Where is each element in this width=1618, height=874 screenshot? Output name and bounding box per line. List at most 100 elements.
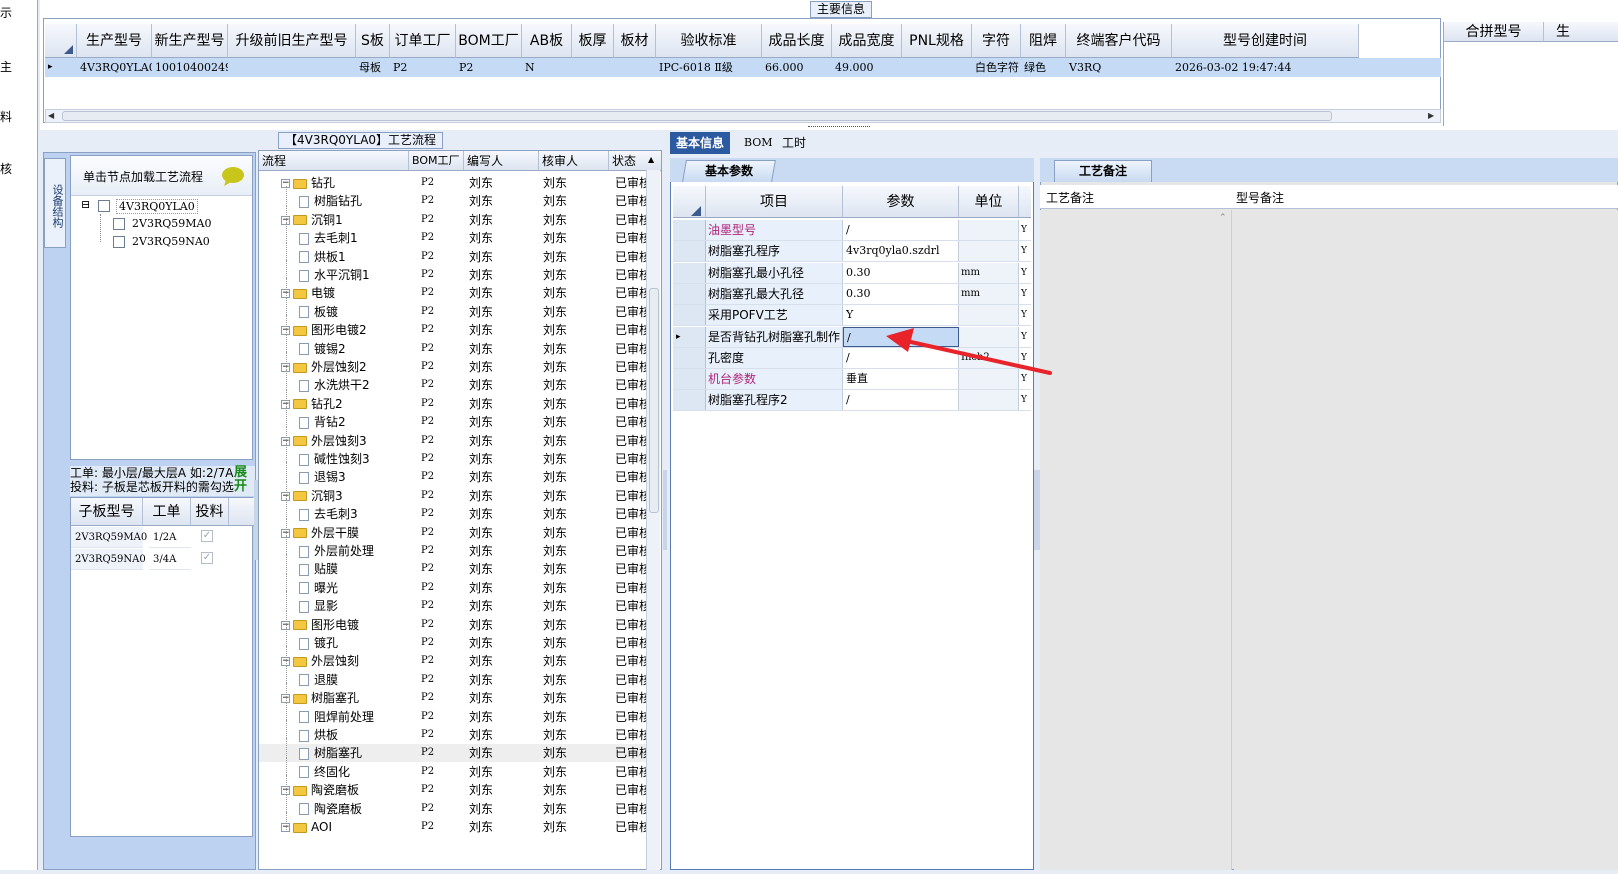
load-process-button[interactable]: 单击节点加载工艺流程 xyxy=(71,156,252,196)
tree-child-node[interactable]: 2V3RQ59MA0 xyxy=(132,217,211,230)
column-header[interactable]: 板材 xyxy=(614,24,656,58)
grid-corner[interactable] xyxy=(673,186,706,218)
process-name-cell[interactable]: 树脂塞孔 xyxy=(299,744,409,762)
feed-checkbox[interactable]: ✓ xyxy=(201,530,213,542)
grid-cell[interactable] xyxy=(614,58,656,77)
process-name-cell[interactable]: 烘板1 xyxy=(299,248,409,266)
column-header[interactable]: 新生产型号 xyxy=(152,24,228,58)
grid-cell[interactable]: 白色字符 xyxy=(972,58,1021,77)
process-name-cell[interactable]: − AOI xyxy=(281,818,409,836)
tree-root-node[interactable]: 4V3RQ0YLA0 xyxy=(116,199,198,214)
nav-item[interactable]: 料 xyxy=(0,108,12,125)
process-row[interactable]: 板镀 P2 刘东 刘东 已审核 xyxy=(259,296,649,321)
process-header[interactable]: 编写人 xyxy=(464,151,539,171)
column-header[interactable]: 阻焊 xyxy=(1021,24,1066,58)
subgrid-cell[interactable]: 1/2A xyxy=(149,527,191,548)
process-name-cell[interactable]: 去毛刺3 xyxy=(299,505,409,523)
param-row[interactable]: 树脂塞孔程序 4v3rq0yla0.szdrl Y xyxy=(673,241,1031,263)
process-row[interactable]: − 图形电镀 P2 刘东 刘东 已审核 xyxy=(259,609,649,634)
column-header[interactable]: S板 xyxy=(356,24,390,58)
process-row[interactable]: − 沉铜3 P2 刘东 刘东 已审核 xyxy=(259,480,649,505)
process-row[interactable]: 背钻2 P2 刘东 刘东 已审核 xyxy=(259,407,649,431)
grid-cell[interactable]: IPC-6018 Ⅱ级 xyxy=(656,58,762,77)
process-name-cell[interactable]: − 电镀 xyxy=(281,284,409,302)
process-row[interactable]: 树脂塞孔 P2 刘东 刘东 已审核 xyxy=(259,738,649,763)
process-row[interactable]: − 外层干膜 P2 刘东 刘东 已审核 xyxy=(259,517,649,542)
process-row[interactable]: − 图形电镀2 P2 刘东 刘东 已审核 xyxy=(259,315,649,339)
process-name-cell[interactable]: − 钻孔 xyxy=(281,174,409,192)
notes-col-model[interactable]: 型号备注 xyxy=(1236,189,1284,206)
process-name-cell[interactable]: − 图形电镀 xyxy=(281,616,409,634)
row-selector[interactable] xyxy=(673,369,706,390)
process-name-cell[interactable]: − 树脂塞孔 xyxy=(281,689,409,707)
subgrid-header[interactable]: 子板型号 xyxy=(71,498,143,526)
scroll-right-icon[interactable]: ▶ xyxy=(1428,111,1434,120)
column-header[interactable]: 成品宽度 xyxy=(832,24,902,58)
process-name-cell[interactable]: − 外层蚀刻3 xyxy=(281,432,409,450)
process-row[interactable]: − 树脂塞孔 P2 刘东 刘东 已审核 xyxy=(259,683,649,707)
tree-root-toggle[interactable]: ⊟ xyxy=(81,198,90,211)
tree-checkbox[interactable] xyxy=(98,200,110,212)
process-name-cell[interactable]: 去毛刺1 xyxy=(299,229,409,247)
process-row[interactable]: − 外层蚀刻 P2 刘东 刘东 已审核 xyxy=(259,646,649,670)
column-header[interactable]: 生产型号 xyxy=(77,24,152,58)
grid-cell[interactable]: 母板 xyxy=(356,58,390,77)
feed-checkbox[interactable]: ✓ xyxy=(201,552,213,564)
process-row[interactable]: − AOI P2 刘东 刘东 已审核 xyxy=(259,812,649,836)
process-name-cell[interactable]: − 钻孔2 xyxy=(281,395,409,413)
process-row[interactable]: 外层前处理 P2 刘东 刘东 已审核 xyxy=(259,536,649,560)
process-row[interactable]: − 外层蚀刻2 P2 刘东 刘东 已审核 xyxy=(259,352,649,376)
grid-cell[interactable]: 2026-03-02 19:47:44 xyxy=(1172,58,1359,77)
grid-corner[interactable] xyxy=(45,24,77,58)
grid-cell[interactable]: 绿色 xyxy=(1021,58,1066,77)
param-row[interactable]: 油墨型号 / Y xyxy=(673,220,1031,241)
column-header[interactable]: 成品长度 xyxy=(762,24,832,58)
process-scrollbar[interactable] xyxy=(646,170,660,870)
process-name-cell[interactable]: 退膜 xyxy=(299,671,409,689)
scroll-up-icon[interactable]: ▲ xyxy=(648,155,654,164)
structure-tab[interactable]: 设备结构 xyxy=(44,158,66,248)
param-row[interactable]: 树脂塞孔程序2/ Y xyxy=(673,390,1031,412)
right-col-header[interactable]: 生 xyxy=(1544,22,1618,42)
process-row[interactable]: 水平沉铜1 P2 刘东 刘东 已审核 xyxy=(259,260,649,284)
process-name-cell[interactable]: − 外层蚀刻2 xyxy=(281,358,409,376)
grid-cell[interactable]: 66.000 xyxy=(762,58,832,77)
subgrid-header[interactable]: 投料 xyxy=(191,498,229,526)
process-row[interactable]: − 外层蚀刻3 P2 刘东 刘东 已审核 xyxy=(259,425,649,450)
row-selector[interactable] xyxy=(673,220,706,240)
process-name-cell[interactable]: 显影 xyxy=(299,597,409,615)
process-name-cell[interactable]: 外层前处理 xyxy=(299,542,409,560)
nav-item[interactable]: 主 xyxy=(0,58,12,75)
process-name-cell[interactable]: 烘板 xyxy=(299,726,409,744)
column-header[interactable]: BOM工厂 xyxy=(456,24,522,58)
process-row[interactable]: 去毛刺3 P2 刘东 刘东 已审核 xyxy=(259,499,649,523)
process-row[interactable]: 碱性蚀刻3 P2 刘东 刘东 已审核 xyxy=(259,444,649,468)
process-header[interactable]: 核审人 xyxy=(539,151,609,171)
tree-checkbox[interactable] xyxy=(113,218,125,230)
process-name-cell[interactable]: 镀锡2 xyxy=(299,340,409,358)
process-name-cell[interactable]: 曝光 xyxy=(299,579,409,597)
process-name-cell[interactable]: 镀孔 xyxy=(299,634,409,652)
process-name-cell[interactable]: 树脂钻孔 xyxy=(299,192,409,210)
process-row[interactable]: 去毛刺1 P2 刘东 刘东 已审核 xyxy=(259,223,649,247)
column-header[interactable]: 板厚 xyxy=(572,24,614,58)
grid-cell[interactable]: N xyxy=(522,58,572,77)
process-row[interactable]: − 电镀 P2 刘东 刘东 已审核 xyxy=(259,278,649,302)
process-row[interactable]: 镀孔 P2 刘东 刘东 已审核 xyxy=(259,628,649,652)
middle-splitter[interactable] xyxy=(663,470,667,550)
process-row[interactable]: 贴膜 P2 刘东 刘东 已审核 xyxy=(259,554,649,578)
grid-cell[interactable]: P2 xyxy=(390,58,456,77)
process-row[interactable]: 烘板1 P2 刘东 刘东 已审核 xyxy=(259,241,649,266)
process-row[interactable]: − 钻孔2 P2 刘东 刘东 已审核 xyxy=(259,388,649,413)
merge-model-header[interactable]: 合拼型号 xyxy=(1444,22,1544,42)
grid-cell[interactable] xyxy=(902,58,972,77)
subgrid-cell[interactable]: 2V3RQ59MA0 xyxy=(71,527,147,548)
subgrid-cell[interactable]: 2V3RQ59NA0 xyxy=(71,549,146,570)
process-row[interactable]: 显影 P2 刘东 刘东 已审核 xyxy=(259,591,649,615)
grid-cell[interactable]: 49.000 xyxy=(832,58,902,77)
tree-child-node[interactable]: 2V3RQ59NA0 xyxy=(132,235,210,248)
scroll-left-icon[interactable]: ◀ xyxy=(48,111,54,120)
tab-bom[interactable]: BOM xyxy=(738,132,779,154)
tab-basic-info[interactable]: 基本信息 xyxy=(670,132,731,154)
scroll-thumb[interactable] xyxy=(649,288,659,513)
